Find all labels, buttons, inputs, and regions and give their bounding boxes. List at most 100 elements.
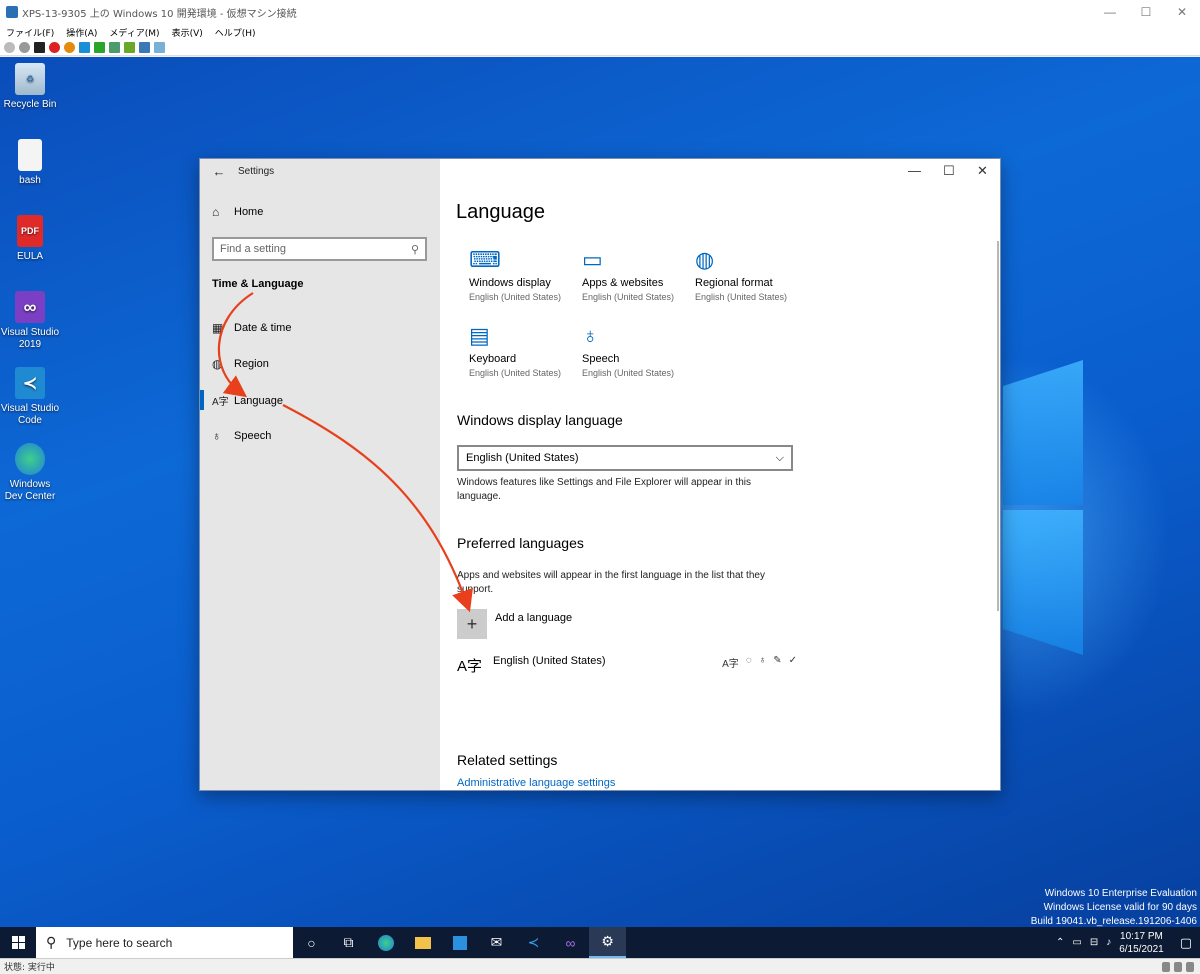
tile-name: Speech [582,353,620,365]
desktop-icon-label: Visual Studio Code [0,403,60,426]
vm-toolbar [0,40,1200,56]
desktop-icon-label: Windows Dev Center [4,479,56,502]
minimize-icon[interactable]: — [1092,5,1128,19]
desktop-icon-vscode[interactable]: ≺ Visual Studio Code [0,367,60,427]
clock[interactable]: 10:17 PM 6/15/2021 [1119,930,1164,956]
start-button[interactable] [0,927,36,958]
laptop-icon: ⌨︎ [469,247,501,272]
shutdown-icon[interactable] [49,42,60,53]
nav-item-region[interactable]: ◍ Region [212,357,269,371]
desktop-icon-label: Visual Studio 2019 [0,327,60,350]
tile-keyboard[interactable]: ▤ Keyboard English (United States) [469,323,579,378]
minimize-icon[interactable]: — [908,163,921,178]
menu-view[interactable]: 表示(V) [166,26,209,39]
edge-taskbar-icon[interactable] [367,927,404,958]
save-icon[interactable] [64,42,75,53]
checkpoint-icon[interactable] [109,42,120,53]
menu-action[interactable]: 操作(A) [60,26,103,39]
desktop-icon-bash[interactable]: bash [0,139,60,187]
nav-item-speech[interactable]: ♁ Speech [212,429,271,443]
spellcheck-icon: ✓ [788,655,797,666]
desktop-icon-label: Recycle Bin [3,99,57,110]
scrollbar[interactable] [997,241,999,611]
language-name: English (United States) [493,655,606,667]
home-icon: ⌂ [212,205,220,219]
search-icon: ⚲ [410,243,419,256]
clock-date: 6/15/2021 [1119,943,1164,955]
vm-statusbar: 状態: 実行中 [0,958,1200,974]
notification-icon[interactable]: ▢ [1180,935,1192,951]
watermark-line: Windows 10 Enterprise Evaluation [1044,888,1197,899]
nav-home-label: Home [234,206,264,218]
menu-file[interactable]: ファイル(F) [0,26,60,39]
resume-icon[interactable] [94,42,105,53]
close-icon[interactable]: ✕ [977,163,988,179]
chevron-up-icon[interactable]: ⌃ [1056,937,1064,948]
tile-regional-format[interactable]: ◍ Regional format English (United States… [695,247,805,302]
recycle-bin-icon: ♻ [15,63,45,95]
settings-taskbar-icon[interactable]: ⚙ [589,927,626,958]
cortana-button[interactable]: ○ [293,927,330,958]
close-icon[interactable]: ✕ [1164,5,1200,19]
pause-icon[interactable] [79,42,90,53]
task-view-button[interactable]: ⧉ [330,927,367,958]
settings-content: — ☐ ✕ Language ⌨︎ Windows display Englis… [440,159,1000,790]
menu-media[interactable]: メディア(M) [103,26,165,39]
network-icon[interactable]: ⊟ [1090,937,1098,948]
language-list-item[interactable]: A字 English (United States) A字 ◌ ♁ ✎ ✓ [457,655,797,676]
desktop-icon-visual-studio[interactable]: ∞ Visual Studio 2019 [0,291,60,351]
related-settings-heading: Related settings [457,752,558,768]
tile-name: Apps & websites [582,277,664,289]
display-language-select[interactable]: English (United States) ⌵ [457,445,793,471]
share-icon[interactable] [154,42,165,53]
vm-menubar: ファイル(F) 操作(A) メディア(M) 表示(V) ヘルプ(H) [0,24,1200,40]
nav-home[interactable]: ⌂ Home [212,205,263,219]
globe-icon: ◍ [212,357,223,371]
ctrl-alt-del-icon[interactable] [4,42,15,53]
battery-icon[interactable]: ▭ [1072,937,1081,948]
vscode-taskbar-icon[interactable]: ≺ [515,927,552,958]
enhanced-session-icon[interactable] [139,42,150,53]
find-setting-input[interactable]: Find a setting ⚲ [212,237,427,261]
desktop-icon-eula[interactable]: PDF EULA [0,215,60,263]
microphone-icon: ♁ [582,323,599,348]
page-title: Language [456,201,545,223]
store-icon[interactable] [441,927,478,958]
tile-apps-websites[interactable]: ▭ Apps & websites English (United States… [582,247,692,302]
desktop-icon-recycle-bin[interactable]: ♻ Recycle Bin [0,63,60,111]
language-icon: A字 [457,658,483,675]
globe-icon: ◍ [695,247,715,272]
tile-speech[interactable]: ♁ Speech English (United States) [582,323,692,378]
tile-sub: English (United States) [582,368,675,378]
menu-help[interactable]: ヘルプ(H) [209,26,262,39]
nav-item-label: Region [234,358,269,370]
tile-name: Keyboard [469,353,517,365]
mail-icon[interactable]: ✉ [478,927,515,958]
maximize-icon[interactable]: ☐ [1128,5,1164,19]
handwriting-icon: ✎ [773,655,782,666]
admin-language-settings-link[interactable]: Administrative language settings [457,777,615,789]
taskbar-search[interactable]: ⚲ Type here to search [36,927,293,958]
display-language-feature-icon: A字 [722,659,739,670]
tile-windows-display[interactable]: ⌨︎ Windows display English (United State… [469,247,579,302]
settings-window-title: Settings [238,165,275,177]
turn-off-icon[interactable] [34,42,45,53]
revert-icon[interactable] [124,42,135,53]
desktop-icon-dev-center[interactable]: Windows Dev Center [0,443,60,503]
volume-icon[interactable]: ♪ [1106,937,1111,948]
add-language-button[interactable]: + Add a language [457,609,572,639]
file-explorer-icon[interactable] [404,927,441,958]
maximize-icon[interactable]: ☐ [943,163,955,179]
pdf-icon-glyph: PDF [21,226,39,236]
display-language-value: English (United States) [466,452,579,464]
nav-item-date-time[interactable]: ▦ Date & time [212,321,291,335]
microphone-icon: ♁ [212,429,221,443]
nav-item-language[interactable]: A字 Language [200,390,283,410]
back-arrow-icon[interactable]: ← [200,164,238,179]
settings-window: ← Settings ⌂ Home Find a setting ⚲ Time … [199,158,1001,791]
desktop-icon-label: EULA [16,251,44,262]
start-icon[interactable] [19,42,30,53]
add-language-label: Add a language [495,612,573,624]
visual-studio-taskbar-icon[interactable]: ∞ [552,927,589,958]
vscode-icon: ≺ [15,367,45,399]
